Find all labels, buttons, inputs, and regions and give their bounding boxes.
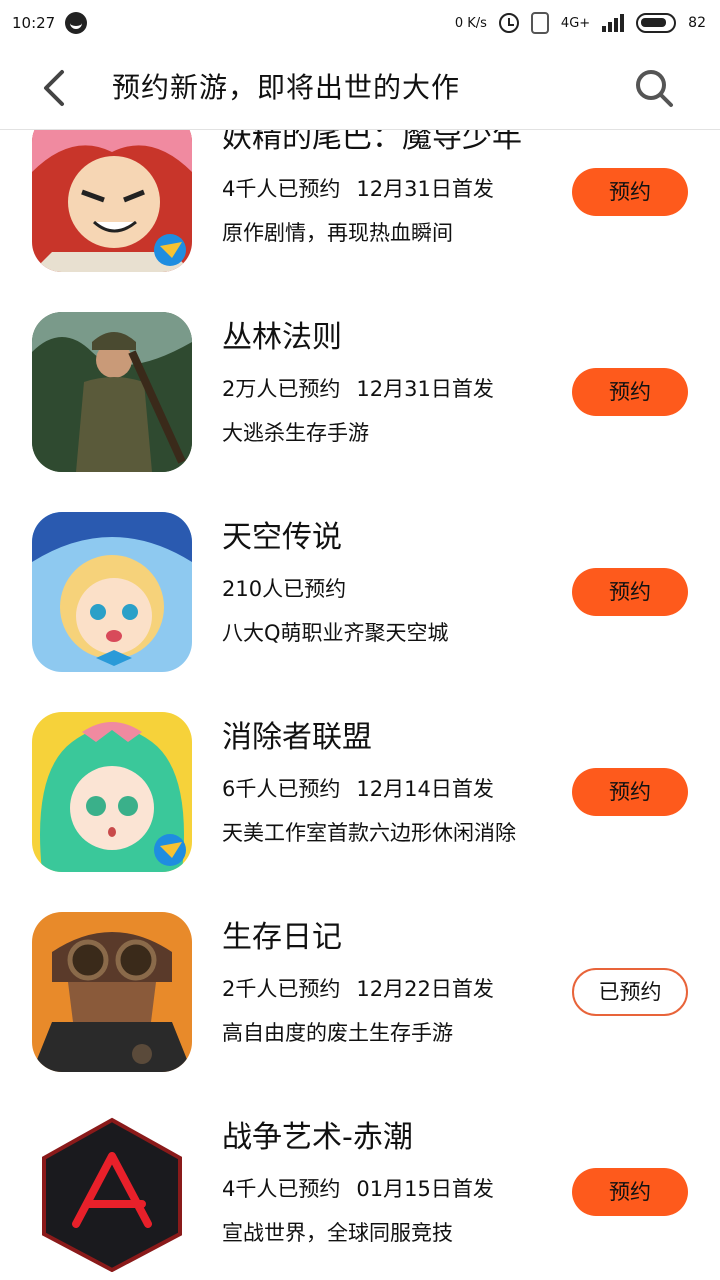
reserve-button[interactable]: 预约 bbox=[572, 568, 688, 616]
art-of-war-game-icon[interactable] bbox=[32, 1112, 192, 1272]
list-item[interactable]: 战争艺术-赤潮 4千人已预约 01月15日首发 宣战世界，全球同服竞技 预约 bbox=[0, 1082, 720, 1280]
survival-diary-game-icon[interactable] bbox=[32, 912, 192, 1072]
game-name: 丛林法则 bbox=[222, 320, 342, 355]
list-item[interactable]: 丛林法则 2万人已预约 12月31日首发 大逃杀生存手游 预约 bbox=[0, 282, 720, 482]
reserve-count: 4千人已预约 bbox=[222, 177, 341, 201]
game-name: 消除者联盟 bbox=[222, 720, 372, 755]
game-list[interactable]: 妖精的尾巴：魔导少年 4千人已预约 12月31日首发 原作剧情，再现热血瞬间 预约… bbox=[0, 130, 720, 1280]
jungle-law-game-icon[interactable] bbox=[32, 312, 192, 472]
release-date: 12月14日首发 bbox=[356, 777, 494, 801]
game-name: 妖精的尾巴：魔导少年 bbox=[222, 130, 522, 155]
reserve-count: 4千人已预约 bbox=[222, 1177, 341, 1201]
page-title: 预约新游，即将出世的大作 bbox=[112, 71, 461, 104]
reserve-button[interactable]: 预约 bbox=[572, 768, 688, 816]
release-date: 12月31日首发 bbox=[356, 177, 494, 201]
reserve-count: 210人已预约 bbox=[222, 577, 347, 601]
net-speed: 0 K/s bbox=[454, 15, 487, 31]
game-name: 生存日记 bbox=[222, 920, 342, 955]
game-description: 高自由度的废土生存手游 bbox=[222, 1021, 453, 1045]
robot-icon bbox=[530, 12, 549, 34]
search-icon bbox=[636, 70, 673, 107]
game-meta: 6千人已预约 12月14日首发 bbox=[222, 774, 494, 804]
list-item[interactable]: 妖精的尾巴：魔导少年 4千人已预约 12月31日首发 原作剧情，再现热血瞬间 预约 bbox=[0, 130, 720, 282]
game-description: 八大Q萌职业齐聚天空城 bbox=[222, 621, 449, 645]
game-description: 大逃杀生存手游 bbox=[222, 421, 369, 445]
game-meta: 4千人已预约 12月31日首发 bbox=[222, 174, 494, 204]
game-meta: 4千人已预约 01月15日首发 bbox=[222, 1174, 494, 1204]
game-name: 战争艺术-赤潮 bbox=[222, 1120, 413, 1155]
reserved-button[interactable]: 已预约 bbox=[572, 968, 688, 1016]
fairy-tail-game-icon[interactable] bbox=[32, 130, 192, 272]
app-bar: 预约新游，即将出世的大作 bbox=[0, 46, 720, 130]
back-arrow-icon bbox=[44, 70, 64, 106]
signal-icon bbox=[602, 14, 625, 32]
status-time: 10:27 bbox=[12, 14, 56, 32]
network-type: 4G+ bbox=[560, 15, 591, 31]
game-name: 天空传说 bbox=[222, 520, 342, 555]
reserve-count: 6千人已预约 bbox=[222, 777, 341, 801]
release-date: 12月22日首发 bbox=[356, 977, 494, 1001]
reserve-count: 2千人已预约 bbox=[222, 977, 341, 1001]
list-item[interactable]: 消除者联盟 6千人已预约 12月14日首发 天美工作室首款六边形休闲消除 预约 bbox=[0, 682, 720, 882]
game-meta: 210人已预约 bbox=[222, 574, 362, 604]
game-meta: 2千人已预约 12月22日首发 bbox=[222, 974, 494, 1004]
reserve-button[interactable]: 预约 bbox=[572, 368, 688, 416]
battery-level: 82 bbox=[688, 15, 706, 31]
notification-icon bbox=[65, 12, 88, 34]
status-bar: 10:27 0 K/s 4G+ 82 bbox=[0, 0, 720, 46]
game-description: 宣战世界，全球同服竞技 bbox=[222, 1221, 453, 1245]
battery-icon bbox=[636, 13, 677, 33]
release-date: 01月15日首发 bbox=[356, 1177, 494, 1201]
list-item[interactable]: 生存日记 2千人已预约 12月22日首发 高自由度的废土生存手游 已预约 bbox=[0, 882, 720, 1082]
alarm-icon bbox=[498, 13, 519, 33]
list-item[interactable]: 天空传说 210人已预约 八大Q萌职业齐聚天空城 预约 bbox=[0, 482, 720, 682]
reserve-button[interactable]: 预约 bbox=[572, 1168, 688, 1216]
sky-legend-game-icon[interactable] bbox=[32, 512, 192, 672]
game-description: 天美工作室首款六边形休闲消除 bbox=[222, 821, 516, 845]
release-date: 12月31日首发 bbox=[356, 377, 494, 401]
game-description: 原作剧情，再现热血瞬间 bbox=[222, 221, 453, 245]
eliminator-alliance-game-icon[interactable] bbox=[32, 712, 192, 872]
back-button[interactable] bbox=[36, 68, 76, 108]
game-meta: 2万人已预约 12月31日首发 bbox=[222, 374, 494, 404]
reserve-button[interactable]: 预约 bbox=[572, 168, 688, 216]
search-button[interactable] bbox=[634, 68, 674, 108]
reserve-count: 2万人已预约 bbox=[222, 377, 341, 401]
